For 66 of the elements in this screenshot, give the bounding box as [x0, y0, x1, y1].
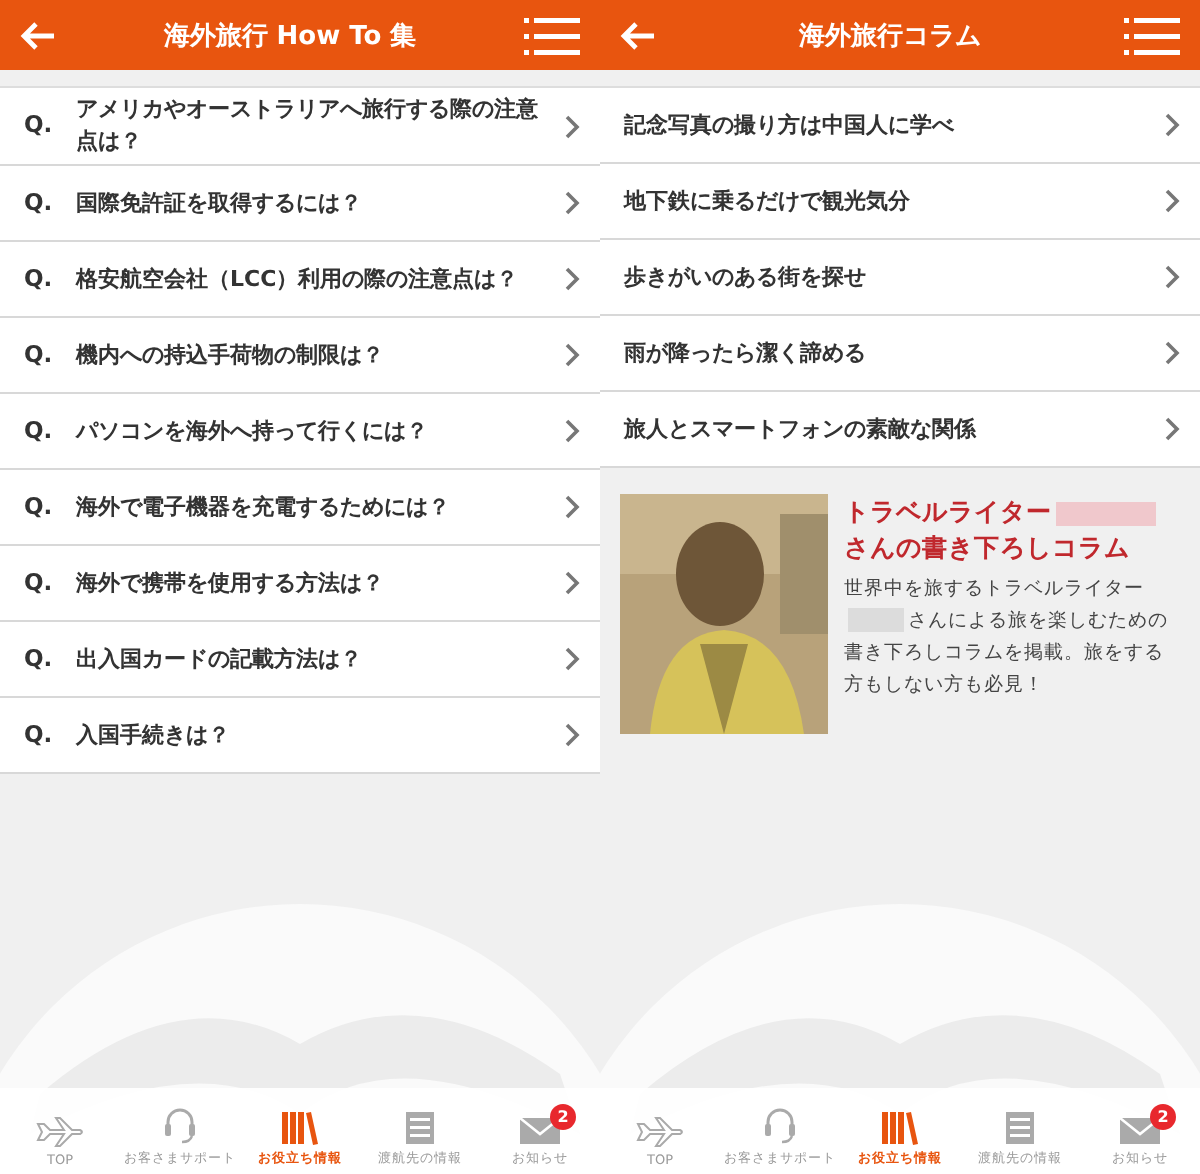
- chevron-right-icon: [1164, 112, 1180, 138]
- back-arrow-icon: [620, 21, 656, 49]
- item-title: 格安航空会社（LCC）利用の際の注意点は？: [76, 263, 521, 295]
- chevron-right-icon: [1164, 416, 1180, 442]
- chevron-right-icon: [564, 570, 580, 596]
- chevron-right-icon: [564, 266, 580, 292]
- list-item[interactable]: 旅人とスマートフォンの素敵な関係: [600, 392, 1200, 468]
- chevron-right-icon: [564, 113, 580, 139]
- document-icon: [404, 1110, 436, 1146]
- chevron-right-icon: [564, 418, 580, 444]
- screen-title: 海外旅行 How To 集: [163, 19, 417, 53]
- item-title: 国際免許証を取得するには？: [76, 187, 364, 219]
- notification-badge: 2: [550, 1104, 576, 1130]
- question-mark-label: Q.: [24, 262, 55, 292]
- question-mark-label: Q.: [24, 566, 55, 596]
- item-title: 出入国カードの記載方法は？: [76, 643, 364, 675]
- question-mark-label: Q.: [24, 186, 55, 216]
- menu-icon: [1124, 15, 1180, 55]
- question-mark-label: Q.: [24, 338, 55, 368]
- airplane-icon: [36, 1116, 84, 1148]
- headset-icon: [762, 1106, 798, 1146]
- item-title: パソコンを海外へ持って行くには？: [76, 415, 430, 447]
- airplane-icon: [636, 1116, 684, 1148]
- menu-icon: [523, 15, 580, 55]
- chevron-right-icon: [564, 646, 580, 672]
- chevron-right-icon: [1164, 264, 1180, 290]
- feature-title[interactable]: トラベルライター さんの書き下ろしコラム: [844, 494, 1180, 566]
- question-mark-label: Q.: [24, 718, 55, 748]
- question-mark-label: Q.: [24, 414, 55, 444]
- question-mark-label: Q.: [24, 108, 55, 138]
- chevron-right-icon: [1164, 188, 1180, 214]
- books-icon: [880, 1110, 920, 1146]
- item-title: 入国手続きは？: [76, 719, 232, 751]
- feature-description: 世界中を旅するトラベルライター さんによる旅を楽しむための書き下ろしコラムを掲載。旅をする方もしない方も必見！: [844, 576, 1170, 700]
- item-title: 記念写真の撮り方は中国人に学べ: [624, 109, 956, 141]
- envelope-icon: [518, 1116, 562, 1146]
- chevron-right-icon: [564, 342, 580, 368]
- headset-icon: [162, 1106, 198, 1146]
- back-arrow-icon: [20, 21, 56, 49]
- document-icon: [1004, 1110, 1036, 1146]
- screen-title: 海外旅行コラム: [799, 19, 981, 53]
- notification-badge: 2: [1150, 1104, 1176, 1130]
- chevron-right-icon: [1164, 340, 1180, 366]
- list-item[interactable]: 記念写真の撮り方は中国人に学べ: [600, 88, 1200, 164]
- item-title: 雨が降ったら潔く諦める: [624, 337, 868, 369]
- item-title: 旅人とスマートフォンの素敵な関係: [624, 413, 979, 445]
- item-title: アメリカやオーストラリアへ旅行する際の注意点は？: [76, 94, 540, 158]
- question-mark-label: Q.: [24, 642, 55, 672]
- menu-button[interactable]: [1124, 15, 1180, 55]
- books-icon: [280, 1110, 320, 1146]
- chevron-right-icon: [564, 722, 580, 748]
- item-title: 機内への持込手荷物の制限は？: [76, 339, 386, 371]
- question-mark-label: Q.: [24, 490, 55, 520]
- item-title: 海外で携帯を使用する方法は？: [76, 567, 386, 599]
- back-button[interactable]: [20, 21, 56, 49]
- item-title: 地下鉄に乗るだけで観光気分: [624, 185, 912, 217]
- list-item[interactable]: 雨が降ったら潔く諦める: [600, 316, 1200, 392]
- item-title: 歩きがいのある街を探せ: [624, 261, 868, 293]
- chevron-right-icon: [564, 494, 580, 520]
- envelope-icon: [1118, 1116, 1162, 1146]
- item-title: 海外で電子機器を充電するためには？: [76, 491, 452, 523]
- list-item[interactable]: 地下鉄に乗るだけで観光気分: [600, 164, 1200, 240]
- back-button[interactable]: [620, 21, 656, 49]
- chevron-right-icon: [564, 190, 580, 216]
- menu-button[interactable]: [523, 15, 580, 55]
- list-item[interactable]: 歩きがいのある街を探せ: [600, 240, 1200, 316]
